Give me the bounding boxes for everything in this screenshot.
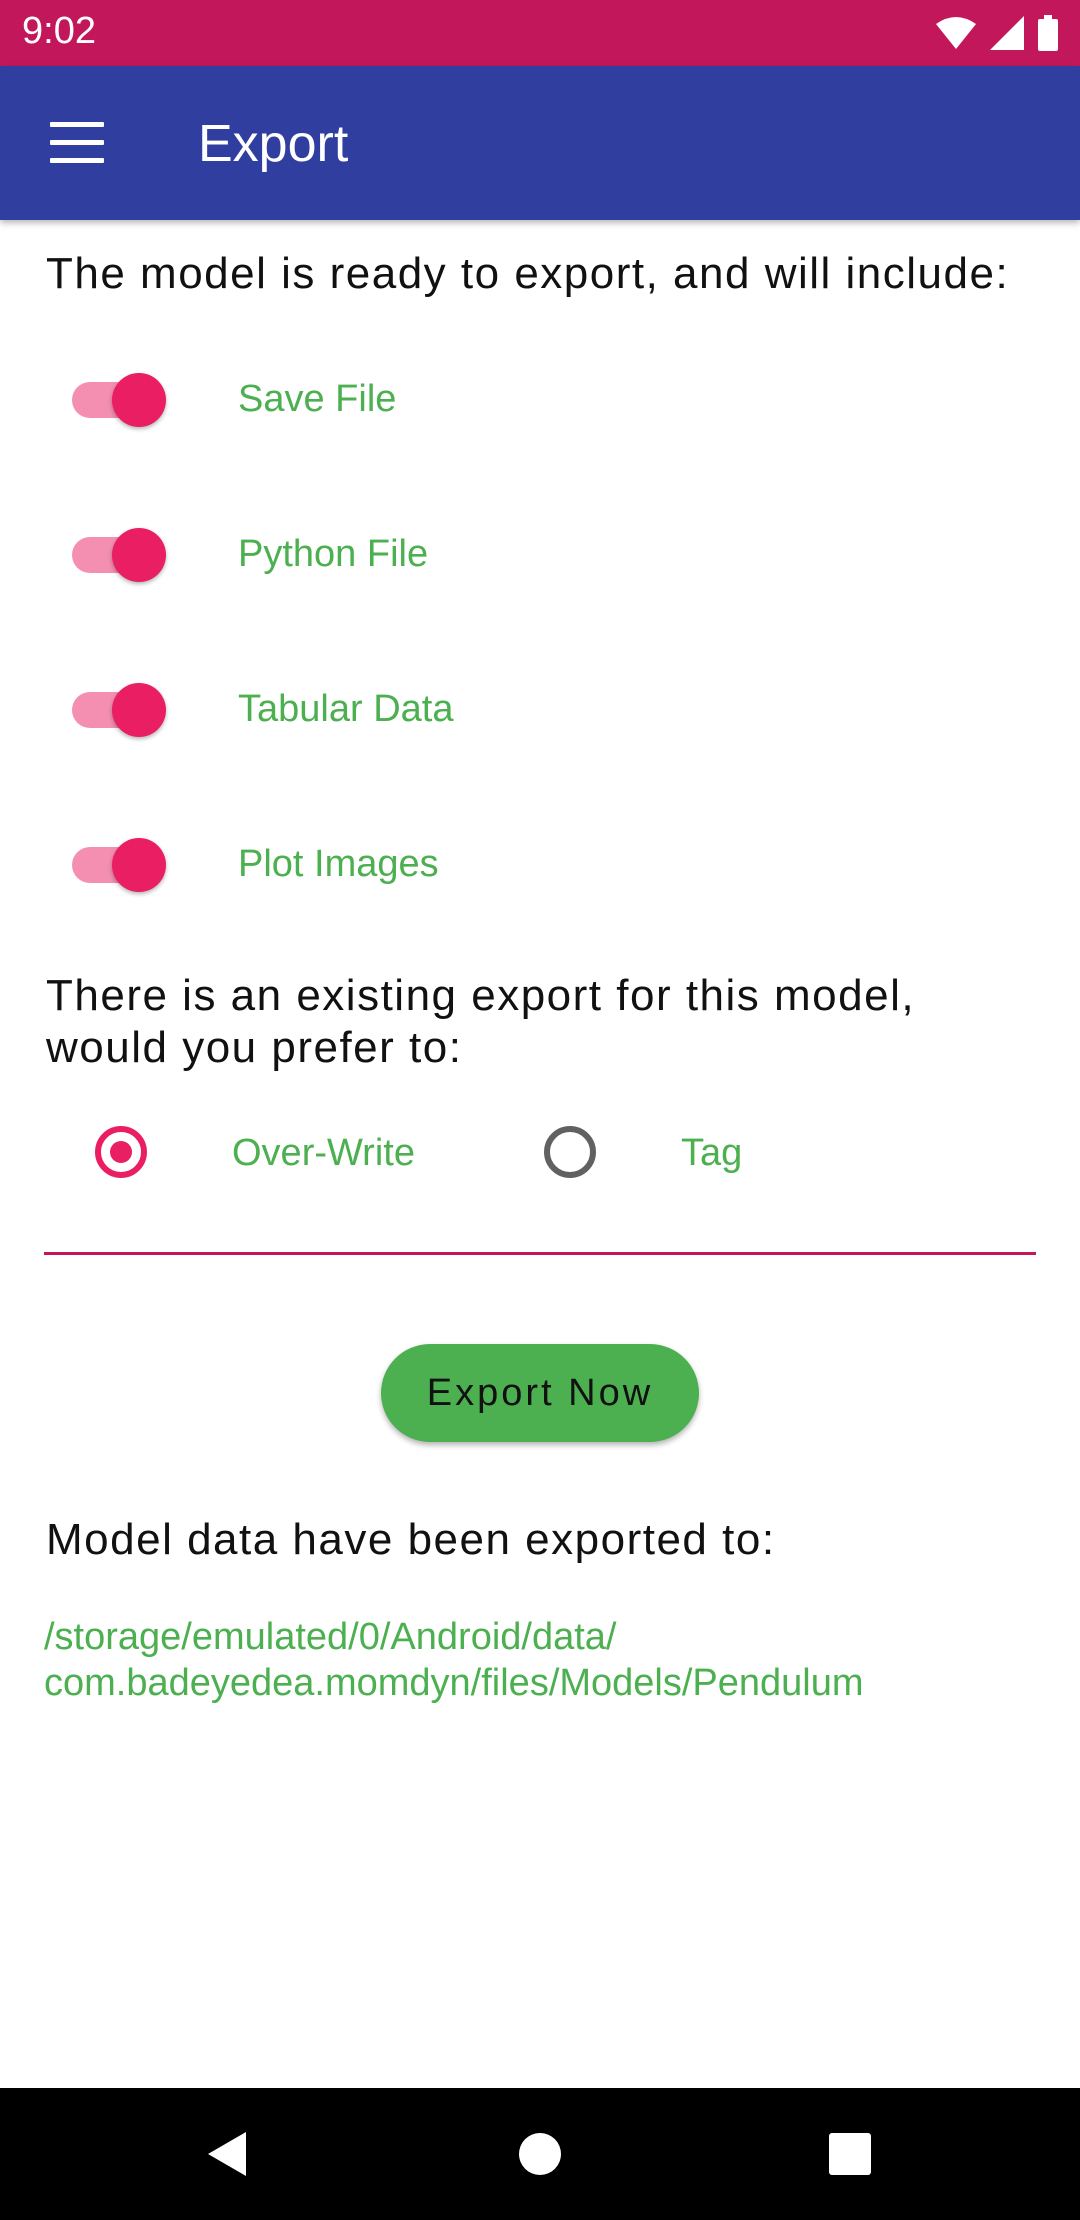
divider (44, 1252, 1036, 1255)
switch-label-save-file: Save File (238, 378, 397, 420)
system-nav-bar (0, 2088, 1080, 2220)
export-path: /storage/emulated/0/Android/data/ com.ba… (44, 1616, 864, 1704)
intro-text: The model is ready to export, and will i… (46, 249, 1010, 298)
home-icon[interactable] (510, 2124, 570, 2184)
page-title: Export (198, 115, 349, 173)
back-icon[interactable] (198, 2124, 258, 2184)
radio-tag[interactable] (544, 1126, 596, 1178)
status-time: 9:02 (22, 10, 96, 52)
radio-label-tag[interactable]: Tag (681, 1132, 742, 1175)
wifi-icon (936, 17, 976, 49)
switch-python-file[interactable]: Python File (0, 515, 1080, 595)
switch-thumb (112, 528, 166, 582)
battery-icon (1038, 15, 1058, 51)
switch-thumb (112, 838, 166, 892)
existing-export-question: There is an existing export for this mod… (46, 971, 916, 1072)
switch-thumb (112, 683, 166, 737)
status-icons (936, 14, 1058, 52)
export-now-button[interactable]: Export Now (381, 1344, 699, 1442)
radio-overwrite[interactable] (95, 1126, 147, 1178)
switch-label-plot-images: Plot Images (238, 843, 439, 885)
hamburger-menu-icon[interactable] (50, 122, 104, 164)
recents-icon[interactable] (820, 2124, 880, 2184)
switch-tabular-data[interactable]: Tabular Data (0, 670, 1080, 750)
switch-label-python-file: Python File (238, 533, 429, 575)
switch-plot-images[interactable]: Plot Images (0, 825, 1080, 905)
switch-thumb (112, 373, 166, 427)
switch-save-file[interactable]: Save File (0, 360, 1080, 440)
radio-label-overwrite[interactable]: Over-Write (232, 1132, 415, 1175)
app-bar: Export (0, 66, 1080, 220)
cell-signal-icon (990, 16, 1024, 50)
export-result-text: Model data have been exported to: (46, 1515, 776, 1564)
status-bar: 9:02 (0, 0, 1080, 66)
switch-label-tabular-data: Tabular Data (238, 688, 454, 730)
